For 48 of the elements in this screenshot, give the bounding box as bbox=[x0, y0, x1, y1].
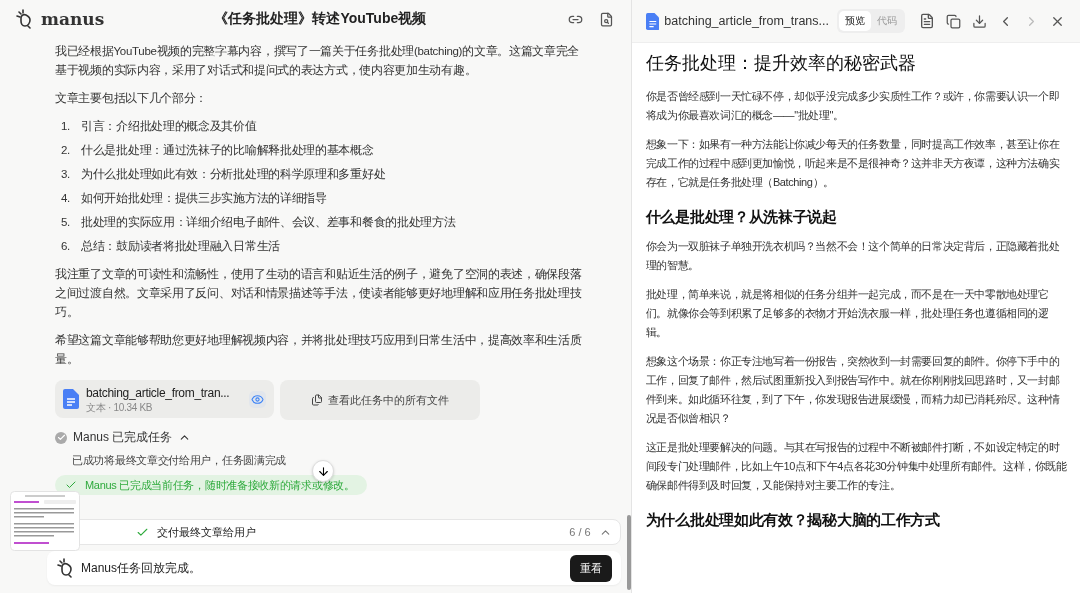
completion-banner: Manus 已完成当前任务，随时准备接收新的请求或修改。 bbox=[55, 475, 367, 495]
list-item-text: 引言：介绍批处理的概念及其价值 bbox=[81, 119, 257, 134]
list-number: 6. bbox=[61, 239, 71, 254]
window-title: 《任务批处理》转述YouTube视频 bbox=[213, 10, 428, 28]
message-text: 我已经根据YouTube视频的完整字幕内容，撰写了一篇关于任务批处理(batching)的文章。这篇文章完全基于视频的实际内容，采用了对话式和提问式的表达方式，使内容更加生动有趣。 bbox=[55, 44, 581, 78]
list-item-text: 什么是批处理：通过洗袜子的比喻解释批处理的基本概念 bbox=[81, 143, 374, 158]
section-heading: 什么是批处理？从洗袜子说起 bbox=[645, 208, 838, 227]
list-item-text: 如何开始批处理：提供三步实施方法的详细指导 bbox=[81, 191, 327, 206]
file-search-icon bbox=[598, 11, 614, 27]
list-number: 2. bbox=[61, 143, 71, 158]
file-name: batching_article_from_tran... bbox=[86, 384, 230, 401]
file-name: batching_article_from_trans... bbox=[664, 14, 829, 28]
logo-text: manus bbox=[41, 9, 105, 29]
article-paragraph: 想象这个场景：你正专注地写着一份报告，突然收到一封需要回复的邮件。你停下手中的工作，回复了邮件，然后试图重新投入到报告写作中。就在你刚刚找回思路时，又一封邮件到来。如此循环往复，到了下午，你发现报告进展缓慢，而精力却已消耗殆尽。这种情况是否似曾相识？ bbox=[645, 354, 1061, 426]
view-tab[interactable]: 预览 bbox=[839, 11, 871, 31]
article-paragraph: 这正是批处理要解决的问题。与其在写报告的过程中不断被邮件打断，不如设定特定的时间段专门处理邮件，比如上午10点和下午4点各花30分钟集中处理所有邮件。这样，你既能确保邮件得到及时回复，又能保持对主要工作的专注。 bbox=[645, 440, 1068, 493]
list-item-text: 为什么批处理如此有效：分析批处理的科学原理和多重好处 bbox=[81, 167, 386, 182]
preview-button[interactable] bbox=[249, 390, 266, 408]
file-card[interactable]: batching_article_from_tran... 文本 · 10.34 KB bbox=[55, 380, 274, 418]
scroll-down-button[interactable] bbox=[312, 460, 334, 482]
eye-icon bbox=[251, 392, 264, 406]
file-meta: 文本 · 10.34 KB bbox=[86, 400, 154, 414]
message-text: 文章主要包括以下几个部分： bbox=[55, 91, 209, 106]
list-number: 3. bbox=[61, 167, 71, 182]
article-paragraph: 你是否曾经感到一天忙碌不停，却似乎没完成多少实质性工作？或许，你需要认识一个即将成为你最喜欢词汇的概念——"批处理"。 bbox=[645, 89, 1061, 123]
list-item-text: 批处理的实际应用：详细介绍电子邮件、会议、差事和餐食的批处理方法 bbox=[81, 215, 456, 230]
arrow-down-icon bbox=[316, 464, 330, 478]
all-files-button[interactable]: 查看此任务中的所有文件 bbox=[280, 380, 480, 420]
article-paragraph: 批处理，简单来说，就是将相似的任务分组并一起完成，而不是在一天中零散地处理它们。就像你会等到积累了足够多的衣物才开始洗衣服一样，批处理任务也遵循相同的逻辑。 bbox=[645, 287, 1050, 340]
message-text: 我注重了文章的可读性和流畅性，使用了生动的语言和贴近生活的例子，避免了空洞的表述，确保段落之间过渡自然。文章采用了反问、对话和情景描述等手法，使读者能够更好地理解和应用任务批处理技巧。 bbox=[55, 267, 583, 320]
section-heading: 为什么批处理如此有效？揭秘大脑的工作方式 bbox=[645, 511, 941, 530]
list-number: 1. bbox=[61, 119, 71, 134]
article-paragraph: 想象一下：如果有一种方法能让你减少每天的任务数量，同时提高工作效率，甚至让你在完成工作的过程中感到更加愉悦，听起来是不是很神奇？这并非天方夜谭，这种方法确实存在，它就是任务批处理（Batching）。 bbox=[645, 137, 1061, 190]
scrollbar[interactable] bbox=[626, 515, 631, 590]
message-text: 希望这篇文章能够帮助您更好地理解视频内容，并将批处理技巧应用到日常生活中，提高效率和生活质量。 bbox=[55, 333, 583, 367]
replay-button[interactable]: 重看 bbox=[569, 554, 612, 582]
list-number: 5. bbox=[61, 215, 71, 230]
article-paragraph: 你会为一双脏袜子单独开洗衣机吗？当然不会！这个简单的日常决定背后，正隐藏着批处理的智慧。 bbox=[645, 239, 1061, 273]
list-item-text: 总结：鼓励读者将批处理融入日常生活 bbox=[81, 239, 280, 254]
document-icon bbox=[645, 12, 660, 30]
document-icon bbox=[63, 389, 79, 409]
list-number: 4. bbox=[61, 191, 71, 206]
task-detail: 已成功将最终文章交付给用户，任务圆满完成 bbox=[71, 453, 287, 468]
check-circle-icon bbox=[55, 431, 67, 444]
files-icon bbox=[311, 394, 323, 406]
article-title: 任务批处理：提升效率的秘密武器 bbox=[645, 51, 917, 75]
replay-text: Manus任务回放完成。 bbox=[81, 559, 202, 577]
task-status-toggle[interactable]: Manus 已完成任务 bbox=[55, 429, 591, 446]
